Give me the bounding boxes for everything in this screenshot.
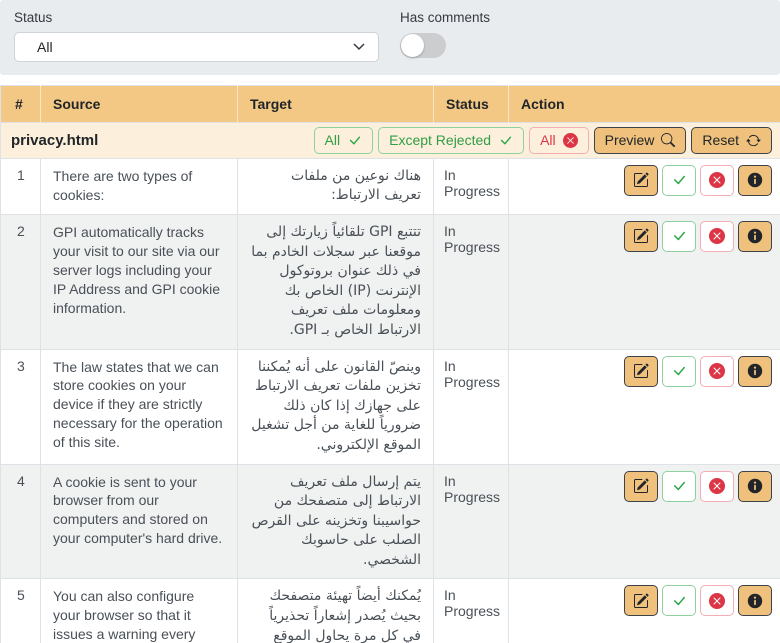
row-number: 5 <box>0 578 41 643</box>
check-icon <box>498 133 513 148</box>
toggle-knob <box>401 34 424 57</box>
info-circle-icon <box>747 363 763 379</box>
pencil-square-icon <box>633 228 649 244</box>
reject-button[interactable] <box>700 470 734 502</box>
check-icon <box>671 593 687 609</box>
info-button[interactable] <box>738 470 772 502</box>
row-number: 2 <box>0 213 41 350</box>
reset-label: Reset <box>702 132 739 148</box>
approve-except-rejected-button[interactable]: Except Rejected <box>378 127 525 154</box>
edit-button[interactable] <box>624 220 658 252</box>
check-icon <box>347 133 362 148</box>
reject-button[interactable] <box>700 164 734 196</box>
col-header-source: Source <box>40 85 238 123</box>
pencil-square-icon <box>633 593 649 609</box>
source-text: A cookie is sent to your browser from ou… <box>40 463 238 580</box>
check-icon <box>671 228 687 244</box>
edit-button[interactable] <box>624 355 658 387</box>
status-select[interactable]: All <box>14 32 379 62</box>
reject-button[interactable] <box>700 355 734 387</box>
approve-button[interactable] <box>662 355 696 387</box>
x-circle-icon <box>709 478 725 495</box>
reject-all-button[interactable]: All <box>529 127 589 154</box>
status-text: In Progress <box>433 157 509 215</box>
row-number: 1 <box>0 157 41 215</box>
status-text: In Progress <box>433 213 509 350</box>
pencil-square-icon <box>633 363 649 379</box>
reject-all-label: All <box>540 132 556 148</box>
col-header-number: # <box>0 85 41 123</box>
x-circle-icon <box>709 363 725 380</box>
table-header-row: # Source Target Status Action <box>0 85 780 123</box>
row-number: 3 <box>0 348 41 465</box>
status-filter-label: Status <box>14 10 53 25</box>
info-circle-icon <box>747 478 763 494</box>
approve-button[interactable] <box>662 470 696 502</box>
col-header-target: Target <box>237 85 434 123</box>
except-rejected-label: Except Rejected <box>389 132 492 148</box>
source-text: You can also configure your browser so t… <box>40 578 238 643</box>
reject-button[interactable] <box>700 585 734 617</box>
chevron-down-icon <box>353 43 365 51</box>
pencil-square-icon <box>633 478 649 494</box>
source-text: There are two types of cookies: <box>40 157 238 215</box>
target-text: يُمكنك أيضاً تهيئة متصفحك بحيث يُصدر إشع… <box>237 578 434 643</box>
x-circle-icon <box>562 132 578 148</box>
edit-button[interactable] <box>624 164 658 196</box>
info-circle-icon <box>747 172 763 188</box>
file-row: privacy.html All Except Rejected All Pre… <box>0 122 780 159</box>
table-row: 2 GPI automatically tracks your visit to… <box>0 213 780 350</box>
source-text: GPI automatically tracks your visit to o… <box>40 213 238 350</box>
refresh-icon <box>746 133 761 148</box>
approve-all-label: All <box>324 132 341 148</box>
table-row: 1 There are two types of cookies: هناك ن… <box>0 157 780 215</box>
reject-button[interactable] <box>700 220 734 252</box>
status-select-value: All <box>37 39 53 55</box>
edit-button[interactable] <box>624 470 658 502</box>
source-text: The law states that we can store cookies… <box>40 348 238 465</box>
segments-table: # Source Target Status Action privacy.ht… <box>0 85 780 643</box>
x-circle-icon <box>709 592 725 609</box>
preview-button[interactable]: Preview <box>593 127 687 154</box>
check-icon <box>671 478 687 494</box>
check-icon <box>671 172 687 188</box>
target-text: تتتبع GPI تلقائياً زيارتك إلى موقعنا عبر… <box>237 213 434 350</box>
status-text: In Progress <box>433 578 509 643</box>
check-icon <box>671 363 687 379</box>
info-button[interactable] <box>738 220 772 252</box>
table-row: 3 The law states that we can store cooki… <box>0 348 780 465</box>
status-text: In Progress <box>433 463 509 580</box>
pencil-square-icon <box>633 172 649 188</box>
info-circle-icon <box>747 593 763 609</box>
x-circle-icon <box>709 228 725 245</box>
info-circle-icon <box>747 228 763 244</box>
col-header-action: Action <box>508 85 780 123</box>
table-row: 4 A cookie is sent to your browser from … <box>0 463 780 580</box>
approve-button[interactable] <box>662 220 696 252</box>
approve-button[interactable] <box>662 585 696 617</box>
edit-button[interactable] <box>624 585 658 617</box>
preview-label: Preview <box>604 132 655 148</box>
has-comments-label: Has comments <box>400 10 491 25</box>
target-text: يتم إرسال ملف تعريف الارتباط إلى متصفحك … <box>237 463 434 580</box>
table-row: 5 You can also configure your browser so… <box>0 578 780 643</box>
approve-all-button[interactable]: All <box>313 127 374 154</box>
x-circle-icon <box>709 172 725 189</box>
status-text: In Progress <box>433 348 509 465</box>
file-name: privacy.html <box>11 131 99 149</box>
segments-table-wrap: # Source Target Status Action privacy.ht… <box>0 85 780 643</box>
search-icon <box>661 133 676 148</box>
approve-button[interactable] <box>662 164 696 196</box>
col-header-status: Status <box>433 85 509 123</box>
filter-panel: Status All Has comments <box>0 0 780 75</box>
reset-button[interactable]: Reset <box>691 127 772 154</box>
info-button[interactable] <box>738 355 772 387</box>
target-text: هناك نوعين من ملفات تعريف الارتباط: <box>237 157 434 215</box>
target-text: وينصّ القانون على أنه يُمكننا تخزين ملفا… <box>237 348 434 465</box>
info-button[interactable] <box>738 585 772 617</box>
row-number: 4 <box>0 463 41 580</box>
info-button[interactable] <box>738 164 772 196</box>
has-comments-toggle[interactable] <box>400 33 446 58</box>
